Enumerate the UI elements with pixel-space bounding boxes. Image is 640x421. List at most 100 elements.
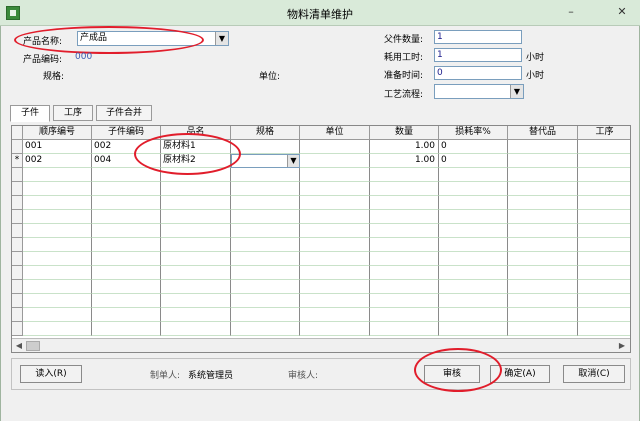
empty-cell[interactable] xyxy=(23,182,92,196)
empty-cell[interactable] xyxy=(161,182,231,196)
empty-cell[interactable] xyxy=(508,238,578,252)
empty-cell[interactable] xyxy=(231,182,300,196)
scroll-right-icon[interactable]: ▶ xyxy=(616,340,628,352)
scroll-thumb[interactable] xyxy=(26,341,40,351)
empty-cell[interactable] xyxy=(300,196,370,210)
chevron-down-icon[interactable]: ▼ xyxy=(215,32,228,45)
empty-cell[interactable] xyxy=(508,308,578,322)
empty-cell[interactable] xyxy=(300,280,370,294)
empty-cell[interactable] xyxy=(439,182,508,196)
empty-cell[interactable] xyxy=(23,266,92,280)
tab-process[interactable]: 工序 xyxy=(53,105,93,121)
cell-unit[interactable] xyxy=(300,140,370,154)
empty-cell[interactable] xyxy=(578,266,630,280)
parent-qty-input[interactable]: 1 xyxy=(434,30,522,44)
empty-cell[interactable] xyxy=(92,168,161,182)
empty-cell[interactable] xyxy=(370,168,439,182)
cell-process[interactable] xyxy=(578,154,630,168)
empty-cell[interactable] xyxy=(231,252,300,266)
horizontal-scrollbar[interactable]: ◀ ▶ xyxy=(12,338,630,352)
cell-substitute[interactable] xyxy=(508,140,578,154)
empty-cell[interactable] xyxy=(370,238,439,252)
empty-cell[interactable] xyxy=(92,308,161,322)
empty-cell[interactable] xyxy=(92,210,161,224)
cell-loss[interactable]: 0 xyxy=(439,154,508,168)
empty-cell[interactable] xyxy=(161,280,231,294)
empty-cell[interactable] xyxy=(231,168,300,182)
chevron-down-icon[interactable]: ▼ xyxy=(510,85,523,98)
empty-cell[interactable] xyxy=(92,266,161,280)
empty-cell[interactable] xyxy=(439,224,508,238)
row-marker[interactable] xyxy=(12,182,23,196)
empty-cell[interactable] xyxy=(231,238,300,252)
row-marker[interactable] xyxy=(12,224,23,238)
empty-cell[interactable] xyxy=(92,294,161,308)
chevron-down-icon[interactable]: ▼ xyxy=(287,155,299,167)
empty-cell[interactable] xyxy=(370,280,439,294)
empty-cell[interactable] xyxy=(23,224,92,238)
empty-cell[interactable] xyxy=(439,266,508,280)
row-marker[interactable] xyxy=(12,252,23,266)
empty-cell[interactable] xyxy=(370,322,439,336)
row-marker[interactable] xyxy=(12,140,23,154)
empty-cell[interactable] xyxy=(231,224,300,238)
prep-time-input[interactable]: 0 xyxy=(434,66,522,80)
empty-cell[interactable] xyxy=(508,168,578,182)
empty-cell[interactable] xyxy=(23,238,92,252)
scroll-left-icon[interactable]: ◀ xyxy=(13,340,25,352)
empty-cell[interactable] xyxy=(161,252,231,266)
empty-cell[interactable] xyxy=(161,210,231,224)
col-header-substitute[interactable]: 替代品 xyxy=(508,126,578,140)
empty-cell[interactable] xyxy=(23,168,92,182)
empty-cell[interactable] xyxy=(508,252,578,266)
empty-cell[interactable] xyxy=(578,294,630,308)
empty-cell[interactable] xyxy=(578,280,630,294)
empty-cell[interactable] xyxy=(370,196,439,210)
empty-cell[interactable] xyxy=(300,294,370,308)
empty-cell[interactable] xyxy=(370,294,439,308)
cell-seq[interactable]: 001 xyxy=(23,140,92,154)
empty-cell[interactable] xyxy=(300,168,370,182)
empty-cell[interactable] xyxy=(300,308,370,322)
empty-cell[interactable] xyxy=(161,224,231,238)
cell-process[interactable] xyxy=(578,140,630,154)
empty-cell[interactable] xyxy=(578,238,630,252)
cell-seq[interactable]: 002 xyxy=(23,154,92,168)
col-header-process[interactable]: 工序 xyxy=(578,126,630,140)
col-header-loss[interactable]: 损耗率% xyxy=(439,126,508,140)
row-marker[interactable]: * xyxy=(12,154,23,168)
empty-cell[interactable] xyxy=(23,308,92,322)
empty-cell[interactable] xyxy=(439,280,508,294)
empty-cell[interactable] xyxy=(300,182,370,196)
read-in-button[interactable]: 读入(R) xyxy=(20,365,82,383)
empty-cell[interactable] xyxy=(161,238,231,252)
empty-cell[interactable] xyxy=(508,196,578,210)
row-marker[interactable] xyxy=(12,168,23,182)
empty-cell[interactable] xyxy=(92,182,161,196)
row-marker[interactable] xyxy=(12,308,23,322)
empty-cell[interactable] xyxy=(578,196,630,210)
work-hours-input[interactable]: 1 xyxy=(434,48,522,62)
col-header-seq[interactable]: 顺序编号 xyxy=(23,126,92,140)
empty-cell[interactable] xyxy=(370,266,439,280)
empty-cell[interactable] xyxy=(231,294,300,308)
empty-cell[interactable] xyxy=(23,210,92,224)
cell-loss[interactable]: 0 xyxy=(439,140,508,154)
empty-cell[interactable] xyxy=(231,266,300,280)
empty-cell[interactable] xyxy=(508,210,578,224)
empty-cell[interactable] xyxy=(578,252,630,266)
tab-components[interactable]: 子件 xyxy=(10,105,50,122)
row-marker[interactable] xyxy=(12,238,23,252)
empty-cell[interactable] xyxy=(439,252,508,266)
empty-cell[interactable] xyxy=(439,196,508,210)
empty-cell[interactable] xyxy=(370,252,439,266)
empty-cell[interactable] xyxy=(508,224,578,238)
cell-unit[interactable] xyxy=(300,154,370,168)
row-marker[interactable] xyxy=(12,266,23,280)
col-header-qty[interactable]: 数量 xyxy=(370,126,439,140)
empty-cell[interactable] xyxy=(439,308,508,322)
empty-cell[interactable] xyxy=(161,266,231,280)
empty-cell[interactable] xyxy=(300,224,370,238)
empty-cell[interactable] xyxy=(92,238,161,252)
empty-cell[interactable] xyxy=(370,182,439,196)
